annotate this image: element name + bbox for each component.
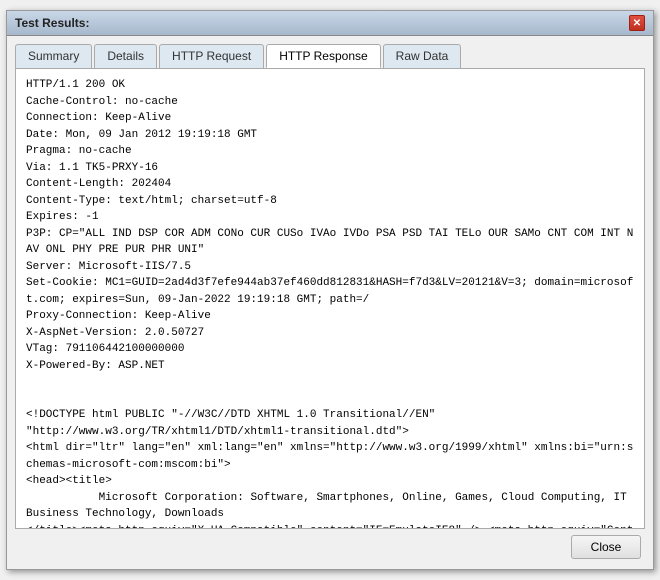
tab-http-response[interactable]: HTTP Response xyxy=(266,44,380,68)
window-close-button[interactable]: ✕ xyxy=(629,15,645,31)
close-button[interactable]: Close xyxy=(571,535,641,559)
tab-summary[interactable]: Summary xyxy=(15,44,92,68)
tab-details[interactable]: Details xyxy=(94,44,157,68)
tab-raw-data[interactable]: Raw Data xyxy=(383,44,462,68)
title-bar: Test Results: ✕ xyxy=(7,11,653,36)
test-results-window: Test Results: ✕ Summary Details HTTP Req… xyxy=(6,10,654,570)
tab-bar: Summary Details HTTP Request HTTP Respon… xyxy=(15,44,645,69)
response-content[interactable]: HTTP/1.1 200 OK Cache-Control: no-cache … xyxy=(16,69,644,528)
content-area: HTTP/1.1 200 OK Cache-Control: no-cache … xyxy=(15,68,645,529)
bottom-bar: Close xyxy=(15,529,645,561)
tab-http-request[interactable]: HTTP Request xyxy=(159,44,264,68)
window-title: Test Results: xyxy=(15,16,89,30)
window-body: Summary Details HTTP Request HTTP Respon… xyxy=(7,36,653,569)
